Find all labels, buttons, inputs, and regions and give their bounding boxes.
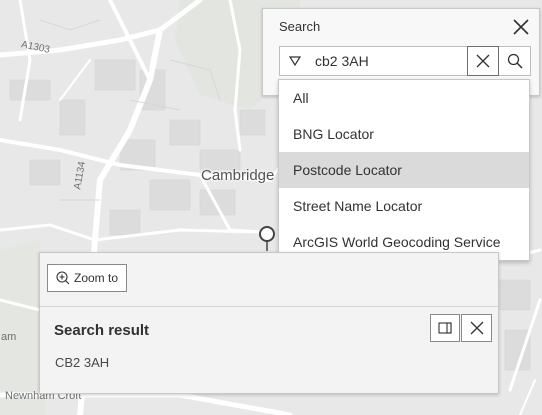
- source-item-postcode-locator[interactable]: Postcode Locator: [279, 152, 529, 188]
- search-icon: [507, 53, 523, 69]
- zoom-to-label: Zoom to: [74, 271, 119, 285]
- dock-button[interactable]: [430, 314, 460, 342]
- search-result-popup: Zoom to Search result CB2 3AH: [39, 252, 499, 394]
- triangle-down-icon: [288, 56, 301, 66]
- popup-content: CB2 3AH: [55, 355, 110, 370]
- close-search-button[interactable]: [511, 17, 531, 37]
- search-bar: [279, 46, 531, 76]
- popup-divider: [40, 306, 498, 307]
- source-menu: All BNG Locator Postcode Locator Street …: [278, 79, 530, 261]
- search-title: Search: [279, 19, 321, 34]
- location-marker-icon[interactable]: [257, 224, 277, 252]
- popup-title: Search result: [54, 322, 150, 339]
- close-icon: [513, 19, 529, 35]
- clear-search-button[interactable]: [467, 46, 499, 76]
- city-label: Cambridge: [201, 167, 275, 184]
- zoom-in-icon: [56, 271, 70, 285]
- dock-icon: [438, 322, 452, 334]
- close-popup-button[interactable]: [461, 314, 492, 342]
- source-item-all[interactable]: All: [279, 80, 529, 116]
- source-item-street-name-locator[interactable]: Street Name Locator: [279, 188, 529, 224]
- source-menu-toggle[interactable]: [279, 46, 309, 76]
- search-button[interactable]: [499, 46, 531, 76]
- close-icon: [476, 54, 490, 68]
- search-input[interactable]: [309, 46, 467, 76]
- source-item-bng-locator[interactable]: BNG Locator: [279, 116, 529, 152]
- edge-label: am: [1, 331, 17, 343]
- zoom-to-button[interactable]: Zoom to: [47, 264, 128, 292]
- close-icon: [470, 321, 483, 335]
